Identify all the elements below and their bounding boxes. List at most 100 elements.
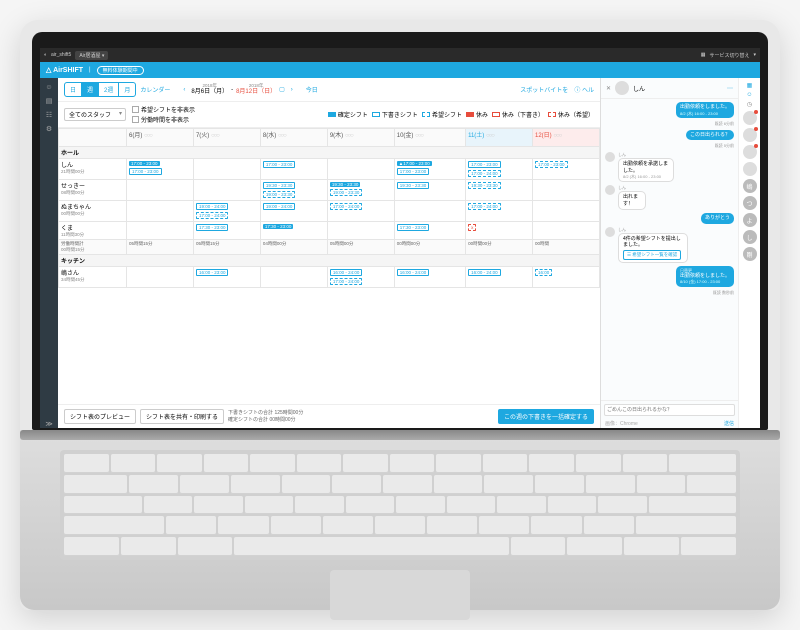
shift-cell[interactable] bbox=[127, 267, 194, 288]
shift-list-chip[interactable]: ☰ 希望シフト一覧を確認 bbox=[623, 250, 681, 260]
shift-cell[interactable]: 16:00 - 24:00 17:00 - 24:00 bbox=[327, 267, 394, 288]
nav-settings-icon[interactable]: ⚙ bbox=[46, 125, 52, 133]
shift-cell[interactable] bbox=[327, 222, 394, 240]
chat-body[interactable]: 出勤依頼をしました。8/2 (木) 16:00 - 23:00既読 6分前この日… bbox=[601, 99, 738, 400]
shift-cell[interactable]: 19:30 - 23:30 19:00 - 23:30 bbox=[260, 180, 327, 201]
shift-chip[interactable]: 19:00 - 24:00 bbox=[196, 203, 229, 210]
grid-icon[interactable]: ▦ bbox=[701, 52, 706, 58]
shift-chip[interactable]: 16:00 - 24:00 bbox=[330, 269, 363, 276]
spot-link[interactable]: スポットバイトを bbox=[520, 85, 568, 94]
rail-user-icon[interactable]: ☺ bbox=[746, 92, 752, 98]
staff-cell[interactable]: くま11時間30分 bbox=[59, 222, 127, 240]
shift-cell[interactable] bbox=[533, 180, 600, 201]
shift-cell[interactable]: 16:00 - 24:00 bbox=[394, 267, 465, 288]
shift-chip[interactable]: 17:00 - 23:00 bbox=[397, 168, 430, 175]
shift-chip[interactable]: 17:00 - 24:00 bbox=[330, 278, 363, 285]
shift-chip[interactable]: 17:00 - 23:00 bbox=[468, 161, 501, 168]
shift-cell[interactable]: x bbox=[466, 222, 533, 240]
shift-cell[interactable] bbox=[127, 222, 194, 240]
contact-avatar[interactable] bbox=[743, 128, 757, 142]
staff-cell[interactable]: せっきー08時間00分 bbox=[59, 180, 127, 201]
share-print-button[interactable]: シフト表を共有・印刷する bbox=[140, 409, 224, 424]
chat-menu-icon[interactable]: ⋯ bbox=[727, 85, 733, 92]
nav-calendar-icon[interactable]: ▤ bbox=[46, 97, 53, 105]
shift-cell[interactable]: 17:00 - 24:00 bbox=[466, 201, 533, 222]
staff-cell[interactable]: しん21時間00分 bbox=[59, 159, 127, 180]
contact-avatar[interactable]: 嶋 bbox=[743, 179, 757, 193]
shift-cell[interactable]: 17:30 - 23:00 bbox=[193, 222, 260, 240]
shift-cell[interactable] bbox=[193, 159, 260, 180]
help-link[interactable]: ⓘ ヘル bbox=[574, 85, 594, 94]
hide-hours-checkbox[interactable]: 労働時間を非表示 bbox=[132, 115, 195, 124]
shift-cell[interactable] bbox=[127, 201, 194, 222]
shift-cell[interactable] bbox=[327, 159, 394, 180]
shift-chip[interactable]: 17:30 - 23:00 bbox=[397, 224, 430, 231]
shift-cell[interactable]: 16:00 bbox=[533, 267, 600, 288]
shift-cell[interactable]: 16:00 - 23:00 bbox=[193, 267, 260, 288]
shift-cell[interactable]: 17:00 - 23:00 bbox=[533, 159, 600, 180]
today-button[interactable]: 今日 bbox=[306, 85, 318, 94]
shift-cell[interactable]: 17:00 - 23:0017:00 - 23:00 bbox=[127, 159, 194, 180]
contact-avatar[interactable] bbox=[743, 111, 757, 125]
shift-cell[interactable]: 17:00 - 23:0017:00 - 24:00 bbox=[466, 159, 533, 180]
shift-chip[interactable]: 19:30 - 23:30 bbox=[397, 182, 430, 189]
send-button[interactable]: 送信 bbox=[724, 421, 734, 427]
shift-grid[interactable]: 6(月) ○○○7(火) ○○○8(水) ○○○9(木) ○○○10(金) ○○… bbox=[58, 128, 600, 404]
chat-input[interactable] bbox=[604, 404, 735, 416]
rail-clock-icon[interactable]: ◷ bbox=[747, 101, 752, 108]
shift-chip[interactable]: 19:30 - 23:30 bbox=[468, 182, 501, 189]
shift-cell[interactable] bbox=[533, 222, 600, 240]
shift-chip[interactable]: 17:00 - 24:00 bbox=[468, 203, 501, 210]
preview-button[interactable]: シフト表のプレビュー bbox=[64, 409, 136, 424]
shift-chip[interactable]: 19:00 - 24:00 bbox=[263, 203, 296, 210]
shift-cell[interactable] bbox=[127, 180, 194, 201]
staff-cell[interactable]: 嶋さん34時間45分 bbox=[59, 267, 127, 288]
shift-cell[interactable]: 17:00 - 23:00 bbox=[260, 159, 327, 180]
service-switch[interactable]: サービス切り替え bbox=[709, 52, 749, 59]
shift-cell[interactable]: 16:00 - 24:00 bbox=[466, 267, 533, 288]
shift-chip[interactable]: 17:00 - 23:00 bbox=[129, 168, 162, 175]
shift-chip[interactable]: 17:30 - 23:00 bbox=[263, 224, 294, 229]
date-picker-icon[interactable]: ▢ bbox=[279, 86, 285, 93]
rail-calendar-icon[interactable]: ▦ bbox=[747, 82, 753, 89]
shift-chip[interactable]: 19:30 - 23:30 bbox=[263, 182, 296, 189]
shift-chip[interactable]: 16:00 - 24:00 bbox=[397, 269, 430, 276]
shift-cell[interactable] bbox=[394, 201, 465, 222]
shift-cell[interactable]: 17:30 - 23:00 bbox=[394, 222, 465, 240]
contact-avatar[interactable] bbox=[743, 162, 757, 176]
shift-chip[interactable]: 19:00 - 23:30 bbox=[263, 191, 296, 198]
nav-collapse-icon[interactable]: ≫ bbox=[45, 420, 52, 428]
shift-cell[interactable]: 19:00 - 24:00 17:00 - 24:00 bbox=[193, 201, 260, 222]
shift-cell[interactable]: 19:30 - 23:30 bbox=[394, 180, 465, 201]
os-store[interactable]: Air居酒屋 ▾ bbox=[75, 51, 108, 60]
shift-cell[interactable]: 19:30 - 23:30 bbox=[466, 180, 533, 201]
shift-chip[interactable]: 17:00 - 23:00 bbox=[535, 161, 568, 168]
contact-avatar[interactable]: 剛 bbox=[743, 247, 757, 261]
shift-chip[interactable]: x bbox=[468, 224, 476, 231]
hide-request-checkbox[interactable]: 希望シフトを非表示 bbox=[132, 105, 195, 114]
shift-cell[interactable]: 19:00 - 24:00 bbox=[260, 201, 327, 222]
shift-cell[interactable] bbox=[533, 201, 600, 222]
view-month[interactable]: 月 bbox=[119, 83, 135, 96]
close-icon[interactable]: ✕ bbox=[606, 85, 611, 92]
staff-cell[interactable]: ぬまちゃん00時間00分 bbox=[59, 201, 127, 222]
shift-cell[interactable]: 17:00 - 24:00 bbox=[327, 201, 394, 222]
shift-cell[interactable]: 19:30 - 23:3019:00 - 23:30 bbox=[327, 180, 394, 201]
view-2week[interactable]: 2週 bbox=[99, 83, 119, 96]
shift-chip[interactable]: 19:30 - 23:30 bbox=[330, 182, 361, 187]
view-week[interactable]: 週 bbox=[82, 83, 99, 96]
shift-cell[interactable] bbox=[260, 267, 327, 288]
nav-user-icon[interactable]: ☺ bbox=[45, 84, 52, 91]
next-week-button[interactable]: › bbox=[288, 87, 296, 93]
contact-avatar[interactable]: よ bbox=[743, 213, 757, 227]
bulk-confirm-button[interactable]: この週の下書きを一括確定する bbox=[498, 409, 594, 424]
shift-chip[interactable]: 16:00 - 24:00 bbox=[468, 269, 501, 276]
shift-chip[interactable]: 16:00 - 23:00 bbox=[196, 269, 229, 276]
shift-chip[interactable]: ▲17:00 - 23:00 bbox=[397, 161, 432, 166]
shift-chip[interactable]: 17:30 - 23:00 bbox=[196, 224, 229, 231]
shift-chip[interactable]: 17:00 - 24:00 bbox=[196, 212, 229, 219]
shift-chip[interactable]: 17:00 - 24:00 bbox=[330, 203, 363, 210]
nav-doc-icon[interactable]: ☷ bbox=[46, 111, 52, 119]
contact-avatar[interactable]: つ bbox=[743, 196, 757, 210]
staff-select[interactable]: 全てのスタッフ bbox=[64, 108, 126, 121]
